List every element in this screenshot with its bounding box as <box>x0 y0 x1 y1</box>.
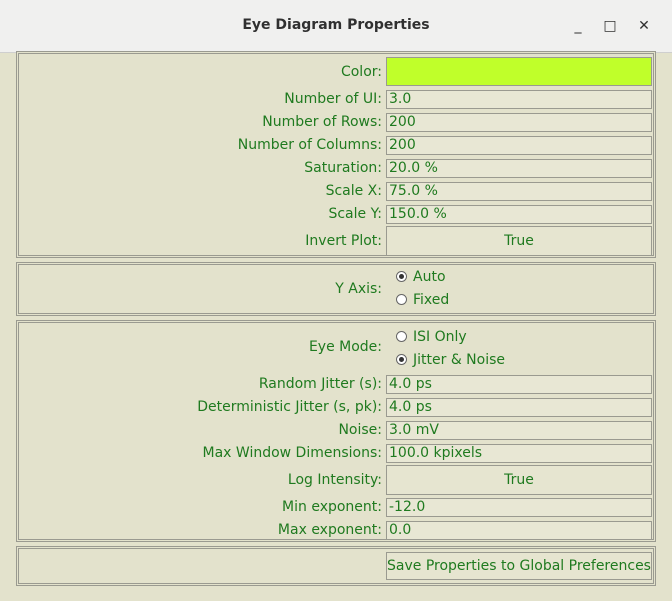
scale-x-label: Scale X: <box>325 183 382 199</box>
scale-x-field[interactable]: 75.0 % <box>386 182 652 201</box>
radio-selected-icon <box>396 270 407 282</box>
cols-field[interactable]: 200 <box>386 136 652 155</box>
y-axis-auto-option[interactable]: Auto <box>396 269 446 285</box>
saturation-label: Saturation: <box>304 160 382 176</box>
noise-label: Noise: <box>338 422 382 438</box>
ui-field[interactable]: 3.0 <box>386 90 652 109</box>
min-exponent-label: Min exponent: <box>282 499 382 515</box>
color-label: Color: <box>340 64 382 80</box>
y-axis-fixed-option[interactable]: Fixed <box>396 292 449 308</box>
footer-panel: Save Properties to Global Preferences <box>16 546 656 586</box>
random-jitter-field[interactable]: 4.0 ps <box>386 375 652 394</box>
general-panel: Color: Number of UI: 3.0 Number of Rows:… <box>16 51 656 258</box>
save-preferences-button[interactable]: Save Properties to Global Preferences <box>386 552 652 580</box>
scale-y-field[interactable]: 150.0 % <box>386 205 652 224</box>
log-intensity-button[interactable]: True <box>386 465 652 495</box>
radio-unselected-icon <box>396 330 407 342</box>
invert-plot-label: Invert Plot: <box>305 233 382 249</box>
saturation-field[interactable]: 20.0 % <box>386 159 652 178</box>
scale-y-label: Scale Y: <box>328 206 382 222</box>
noise-field[interactable]: 3.0 mV <box>386 421 652 440</box>
max-window-field[interactable]: 100.0 kpixels <box>386 444 652 463</box>
eye-mode-jitter-option[interactable]: Jitter & Noise <box>396 352 505 368</box>
log-intensity-label: Log Intensity: <box>287 472 382 488</box>
ui-label: Number of UI: <box>284 91 382 107</box>
y-axis-label: Y Axis: <box>335 281 382 297</box>
minimize-icon[interactable]: _ <box>566 14 590 38</box>
eye-mode-isi-option[interactable]: ISI Only <box>396 329 467 345</box>
title-bar: Eye Diagram Properties _ □ ✕ <box>0 0 672 53</box>
deterministic-jitter-field[interactable]: 4.0 ps <box>386 398 652 417</box>
radio-unselected-icon <box>396 293 407 305</box>
deterministic-jitter-label: Deterministic Jitter (s, pk): <box>197 399 382 415</box>
eye-mode-label: Eye Mode: <box>308 339 382 355</box>
min-exponent-field[interactable]: -12.0 <box>386 498 652 517</box>
max-exponent-field[interactable]: 0.0 <box>386 521 652 540</box>
eye-panel: Eye Mode: ISI Only Jitter & Noise Random… <box>16 320 656 542</box>
rows-label: Number of Rows: <box>262 114 382 130</box>
cols-label: Number of Columns: <box>237 137 382 153</box>
random-jitter-label: Random Jitter (s): <box>258 376 382 392</box>
properties-window: Eye Diagram Properties _ □ ✕ Color: Numb… <box>0 0 672 601</box>
max-window-label: Max Window Dimensions: <box>202 445 382 461</box>
y-axis-panel: Y Axis: Auto Fixed <box>16 262 656 316</box>
radio-selected-icon <box>396 353 407 365</box>
invert-plot-button[interactable]: True <box>386 226 652 256</box>
color-swatch[interactable] <box>386 57 652 86</box>
maximize-icon[interactable]: □ <box>598 14 622 38</box>
max-exponent-label: Max exponent: <box>277 522 382 538</box>
close-icon[interactable]: ✕ <box>632 14 656 38</box>
rows-field[interactable]: 200 <box>386 113 652 132</box>
